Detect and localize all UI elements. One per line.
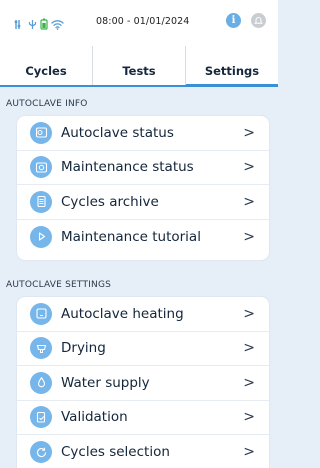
cycles-selection-icon	[30, 441, 52, 464]
autoclave-status-icon	[30, 121, 52, 144]
chevron-right-icon: >	[243, 409, 255, 426]
tab-bar: Cycles Tests Settings	[0, 46, 278, 87]
play-icon	[30, 225, 52, 248]
chevron-right-icon: >	[243, 305, 255, 322]
autoclave-settings-card: Autoclave heating > Drying > Water suppl…	[17, 297, 269, 468]
chevron-right-icon: >	[243, 374, 255, 391]
autoclave-info-card: Autoclave status > Maintenance status > …	[17, 116, 269, 260]
menu-item-autoclave-status[interactable]: Autoclave status >	[17, 116, 269, 151]
autoclave-heating-icon	[30, 302, 52, 325]
tab-cycles[interactable]: Cycles	[0, 46, 93, 85]
menu-item-cycles-archive[interactable]: Cycles archive >	[17, 185, 269, 220]
menu-item-label: Cycles archive	[61, 193, 159, 210]
tab-tests[interactable]: Tests	[93, 46, 186, 85]
section-title-autoclave-info: AUTOCLAVE INFO	[6, 99, 88, 109]
status-datetime: 08:00 - 01/01/2024	[96, 16, 190, 27]
chevron-right-icon: >	[243, 444, 255, 461]
menu-item-autoclave-heating[interactable]: Autoclave heating >	[17, 297, 269, 332]
bell-icon[interactable]	[251, 13, 266, 28]
tools-icon	[14, 15, 25, 34]
menu-item-label: Autoclave status	[61, 124, 174, 141]
menu-item-label: Maintenance status	[61, 159, 194, 176]
menu-item-label: Autoclave heating	[61, 305, 184, 322]
menu-item-label: Maintenance tutorial	[61, 228, 201, 245]
menu-item-maintenance-tutorial[interactable]: Maintenance tutorial >	[17, 220, 269, 255]
chevron-right-icon: >	[243, 228, 255, 245]
water-drop-icon	[30, 371, 52, 394]
status-bar: 08:00 - 01/01/2024 i	[0, 0, 278, 46]
chevron-right-icon: >	[243, 340, 255, 357]
battery-icon	[40, 15, 48, 34]
wifi-icon	[51, 15, 64, 34]
usb-icon	[28, 15, 37, 34]
menu-item-label: Water supply	[61, 374, 150, 391]
menu-item-validation[interactable]: Validation >	[17, 401, 269, 435]
menu-item-label: Drying	[61, 340, 106, 357]
status-indicators	[14, 15, 64, 34]
chevron-right-icon: >	[243, 124, 255, 141]
info-icon[interactable]: i	[226, 13, 241, 28]
menu-item-cycles-selection[interactable]: Cycles selection >	[17, 435, 269, 468]
chevron-right-icon: >	[243, 159, 255, 176]
validation-icon	[30, 406, 52, 429]
chevron-right-icon: >	[243, 193, 255, 210]
drying-icon	[30, 337, 52, 360]
section-title-autoclave-settings: AUTOCLAVE SETTINGS	[6, 280, 112, 290]
menu-item-maintenance-status[interactable]: Maintenance status >	[17, 151, 269, 185]
menu-item-drying[interactable]: Drying >	[17, 332, 269, 366]
menu-item-water-supply[interactable]: Water supply >	[17, 366, 269, 401]
menu-item-label: Validation	[61, 409, 128, 426]
tab-settings[interactable]: Settings	[186, 46, 278, 87]
menu-item-label: Cycles selection	[61, 444, 170, 461]
maintenance-status-icon	[30, 156, 52, 179]
cycles-archive-icon	[30, 190, 52, 213]
